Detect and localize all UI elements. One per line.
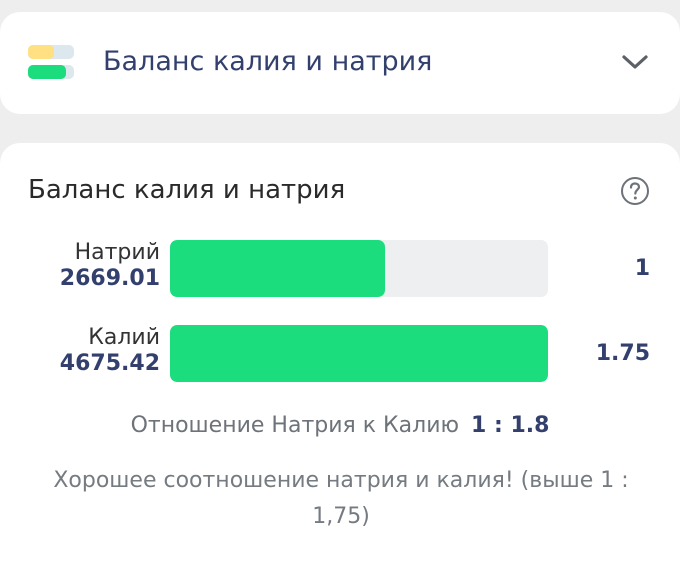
potassium-name: Калий bbox=[88, 325, 160, 350]
potassium-label-group: Калий 4675.42 bbox=[0, 325, 160, 377]
ratio-label: Отношение Натрия к Калию bbox=[130, 413, 460, 438]
potassium-bar-track bbox=[170, 325, 548, 382]
sodium-ratio: 1 bbox=[634, 256, 650, 281]
section-header[interactable]: Баланс калия и натрия bbox=[0, 12, 680, 114]
ratio-message: Хорошее соотношение натрия и калия! (выш… bbox=[53, 468, 629, 529]
sodium-amount: 2669.01 bbox=[59, 266, 160, 291]
question-circle-icon[interactable] bbox=[620, 176, 650, 206]
potassium-bar-fill bbox=[170, 325, 548, 382]
ratio-summary: Отношение Натрия к Калию 1 : 1.8 bbox=[0, 409, 680, 443]
balance-bars-icon bbox=[28, 45, 74, 79]
chevron-down-icon[interactable] bbox=[620, 50, 650, 74]
sodium-bar-track bbox=[170, 240, 548, 297]
potassium-amount: 4675.42 bbox=[59, 351, 160, 376]
sodium-bar-fill bbox=[170, 240, 386, 297]
sodium-label-group: Натрий 2669.01 bbox=[0, 240, 160, 292]
sodium-name: Натрий bbox=[74, 240, 160, 265]
card-title: Баланс калия и натрия bbox=[28, 175, 346, 205]
balance-card: Баланс калия и натрия Натрий 2669.01 1 К… bbox=[0, 143, 680, 570]
section-title: Баланс калия и натрия bbox=[103, 46, 433, 77]
potassium-ratio: 1.75 bbox=[595, 341, 650, 366]
ratio-value: 1 : 1.8 bbox=[471, 413, 550, 438]
